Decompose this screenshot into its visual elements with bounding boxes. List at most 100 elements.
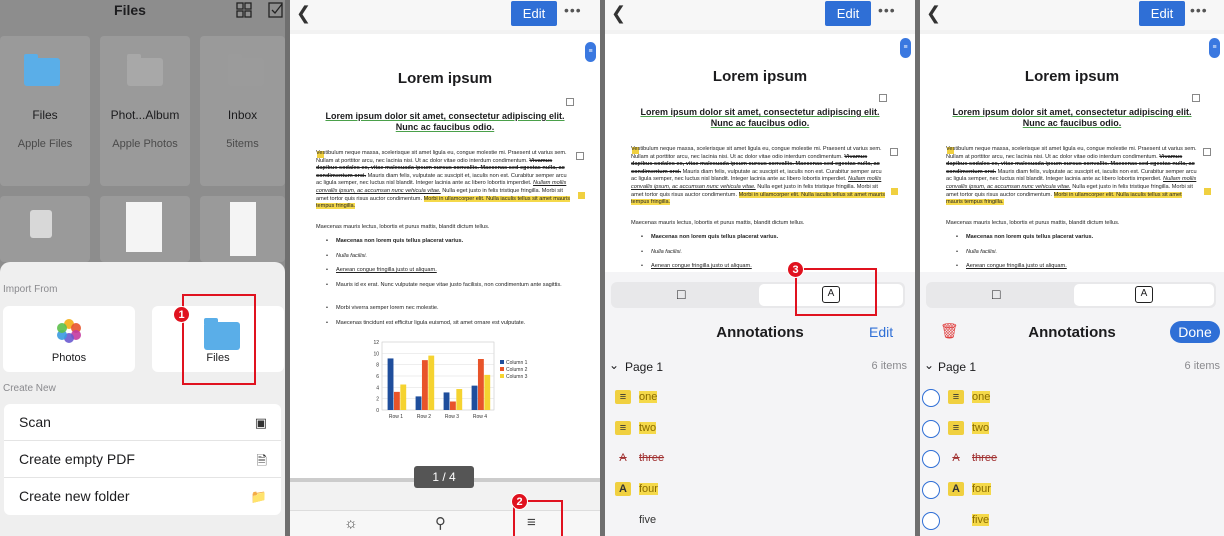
reader-mode-icon[interactable]: ☼	[344, 515, 358, 532]
page-section-header[interactable]: ⌄ Page 1 6 items	[920, 358, 1224, 376]
annotation-item[interactable]: five	[922, 510, 1212, 534]
y-tick-label: 10	[373, 351, 379, 357]
legend-label: Column 1	[506, 360, 528, 366]
bar	[484, 374, 491, 410]
annotation-label: four	[972, 483, 991, 495]
select-radio[interactable]	[922, 450, 940, 468]
grid-view-icon[interactable]	[236, 2, 252, 18]
bar	[443, 392, 450, 410]
tile-trash[interactable]	[0, 196, 90, 262]
tile-screenshot-thumb[interactable]	[200, 196, 285, 262]
comment-checkbox[interactable]	[1192, 94, 1200, 102]
tile-photo-album[interactable]: Phot...Album Apple Photos	[100, 36, 190, 186]
note-icon: ≡	[615, 421, 631, 435]
doc-paragraph-1: Vestibulum neque massa, scelerisque sit …	[946, 146, 1197, 206]
annotation-item[interactable]: five	[615, 510, 895, 534]
tile-name: Files	[32, 108, 58, 122]
x-tick-label: Row 4	[473, 414, 487, 420]
tile-inbox[interactable]: Inbox 5items	[200, 36, 285, 186]
sidebar-toggle-icon[interactable]: ≡	[1209, 38, 1220, 58]
highlight-box-step-3	[795, 268, 877, 316]
new-document-icon: 🗎	[256, 453, 267, 468]
create-empty-pdf-row[interactable]: Create empty PDF 🗎	[4, 441, 281, 478]
note-marker-icon[interactable]	[578, 192, 585, 199]
tile-document-thumb[interactable]	[100, 196, 190, 262]
x-tick-label: Row 2	[417, 414, 431, 420]
annotation-item[interactable]: ≡ two	[922, 418, 1212, 442]
legend-swatch	[500, 360, 504, 364]
annotation-item[interactable]: A four	[922, 479, 1212, 503]
photos-label: Photos	[51, 352, 87, 364]
annotation-item[interactable]: ≡ one	[922, 387, 1212, 411]
bar	[456, 389, 463, 410]
edit-button[interactable]: Edit	[825, 1, 871, 26]
annotation-tab[interactable]: A	[1074, 284, 1214, 306]
annotation-item[interactable]: A three	[615, 448, 895, 472]
comment-checkbox[interactable]	[1203, 148, 1211, 156]
bar	[387, 358, 394, 410]
tile-files[interactable]: Files Apple Files	[0, 36, 90, 186]
doc-subtitle: Lorem ipsum dolor sit amet, consectetur …	[325, 111, 565, 132]
annotations-edit-button[interactable]: Edit	[869, 324, 893, 340]
bullet-item: Maecenas tincidunt est efficitur ligula …	[326, 320, 574, 328]
sidebar-toggle-icon[interactable]: ≡	[585, 42, 596, 62]
search-icon[interactable]: ⚲	[435, 514, 446, 532]
bar	[393, 391, 400, 410]
tile-name: Inbox	[227, 108, 258, 122]
scan-label: Scan	[19, 414, 51, 430]
strikethrough-icon: A	[619, 452, 627, 464]
annotation-item[interactable]: A three	[922, 448, 1212, 472]
bar-chart: 024681012Row 1 Row 2 Row 3 Row 4Column 1Col…	[373, 340, 528, 420]
more-icon[interactable]: •••	[564, 2, 582, 18]
annotations-done-button[interactable]: Done	[1170, 321, 1220, 343]
comment-checkbox[interactable]	[566, 98, 574, 106]
viewer-toolbar: ❮ Edit •••	[605, 0, 915, 30]
page-section-header[interactable]: ⌄ Page 1 6 items	[605, 358, 915, 376]
select-radio[interactable]	[922, 512, 940, 530]
comment-checkbox[interactable]	[879, 94, 887, 102]
annotation-label: two	[639, 422, 657, 434]
select-checkbox-icon[interactable]	[268, 1, 285, 19]
bar	[428, 355, 435, 410]
annotation-item[interactable]: ≡ two	[615, 418, 895, 442]
pdf-viewer-panel: ❮ Edit ••• Lorem ipsum Lorem ipsum dolor…	[290, 0, 600, 536]
y-tick-label: 12	[373, 340, 379, 346]
annotation-item[interactable]: ≡ one	[615, 387, 895, 411]
x-tick-label: Row 3	[445, 414, 459, 420]
annotations-sheet: □ A 🗑 Annotations Done ⌄ Page 1 6 items …	[920, 272, 1224, 536]
edit-button[interactable]: Edit	[1139, 1, 1185, 26]
tile-sub: Apple Files	[17, 138, 73, 150]
bar	[400, 384, 407, 410]
create-new-folder-row[interactable]: Create new folder 📁	[4, 478, 281, 515]
tile-sub: 5items	[226, 138, 259, 150]
select-radio[interactable]	[922, 420, 940, 438]
bookmark-tab-icon[interactable]: □	[677, 286, 685, 302]
import-photos-button[interactable]: Photos	[3, 306, 135, 372]
select-radio[interactable]	[922, 481, 940, 499]
back-chevron-icon[interactable]: ❮	[296, 3, 311, 24]
y-tick-label: 6	[376, 374, 379, 380]
annotation-item[interactable]: A four	[615, 479, 895, 503]
more-icon[interactable]: •••	[1190, 2, 1208, 18]
trash-can-icon	[30, 210, 52, 238]
item-count: 6 items	[871, 360, 907, 372]
comment-checkbox[interactable]	[890, 148, 898, 156]
bar	[421, 360, 428, 410]
create-new-label: Create New	[3, 383, 56, 394]
back-chevron-icon[interactable]: ❮	[611, 3, 626, 24]
page-indicator: 1 / 4	[414, 466, 474, 488]
bullet-item: Morbi viverra semper lorem nec molestie.	[326, 305, 574, 313]
step-badge-2: 2	[511, 493, 528, 510]
note-marker-icon[interactable]	[1204, 188, 1211, 195]
note-marker-icon[interactable]	[891, 188, 898, 195]
document-thumbnail-icon	[126, 202, 162, 252]
bookmark-tab-icon[interactable]: □	[992, 286, 1000, 302]
edit-button[interactable]: Edit	[511, 1, 557, 26]
annotations-select-panel: ❮ Edit ••• Lorem ipsum Lorem ipsum dolor…	[920, 0, 1224, 536]
sidebar-toggle-icon[interactable]: ≡	[900, 38, 911, 58]
more-icon[interactable]: •••	[878, 2, 896, 18]
comment-checkbox[interactable]	[576, 152, 584, 160]
back-chevron-icon[interactable]: ❮	[926, 3, 941, 24]
scan-row[interactable]: Scan ▣	[4, 404, 281, 441]
select-radio[interactable]	[922, 389, 940, 407]
